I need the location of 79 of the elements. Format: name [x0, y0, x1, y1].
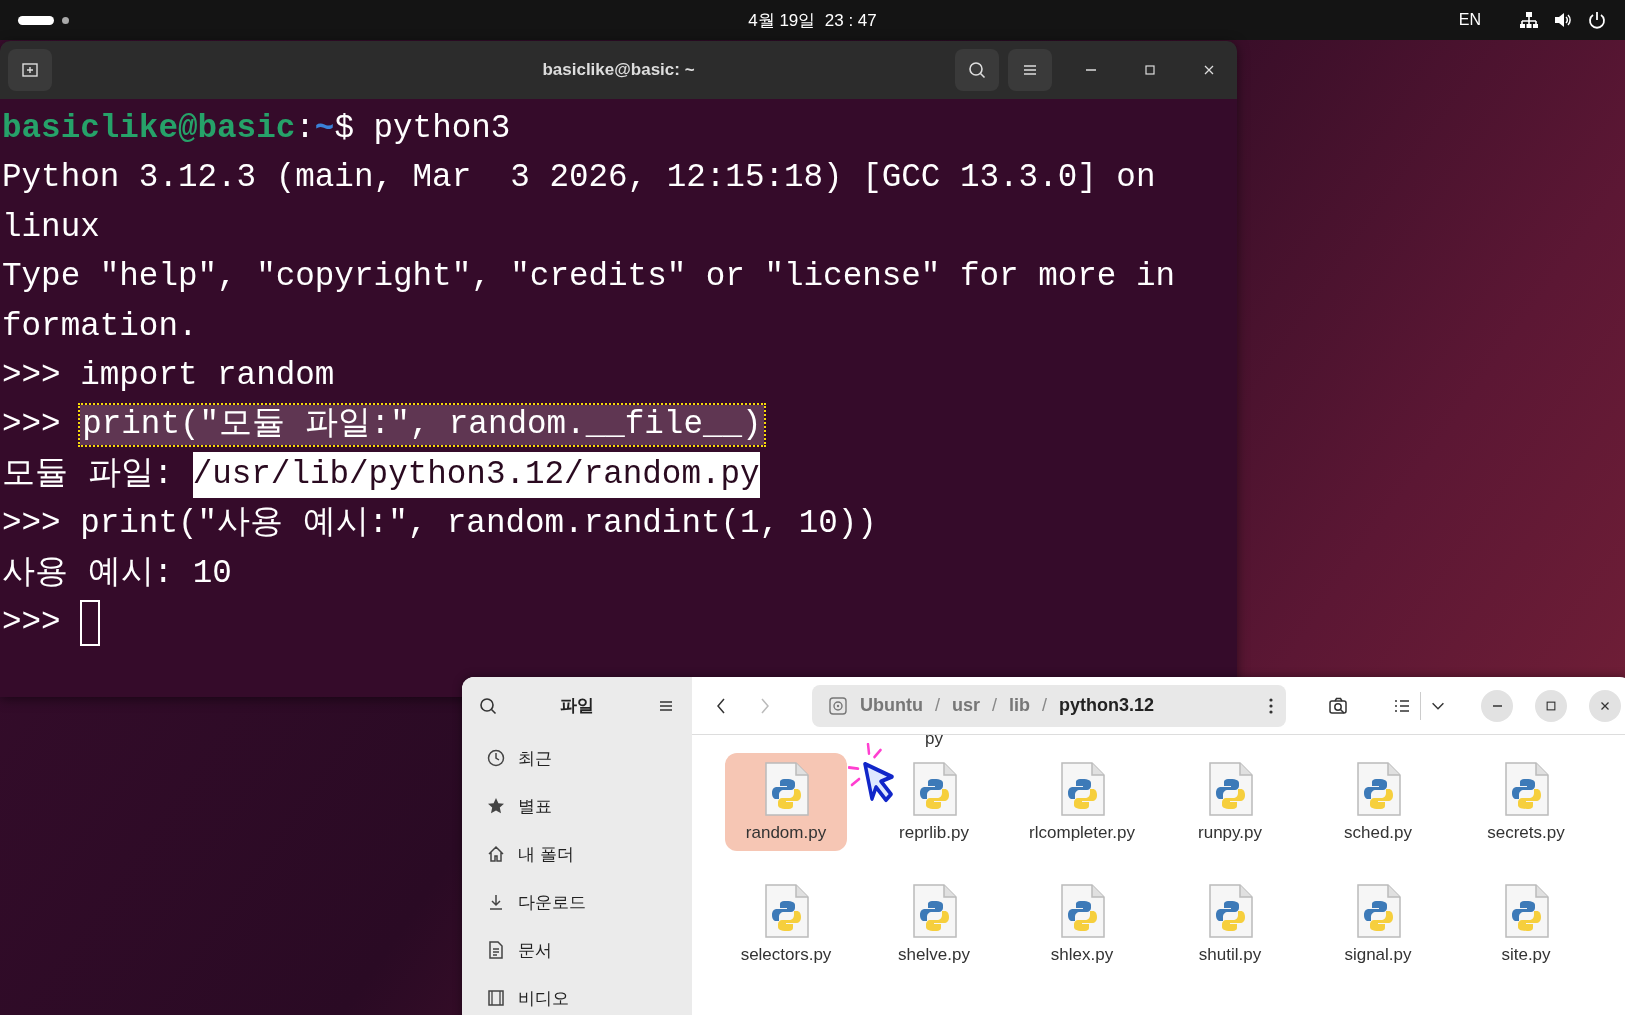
prompt: >>> [2, 405, 61, 446]
prompt: >>> [2, 504, 61, 545]
sidebar-item[interactable]: 별표 [462, 782, 692, 830]
sidebar-item[interactable]: 다운로드 [462, 878, 692, 926]
python-file-icon [1502, 761, 1550, 817]
file-item[interactable]: sched.py [1339, 753, 1416, 851]
terminal-output: formation. [2, 306, 199, 347]
terminal-output: Python 3.12.3 (main, Mar 3 2026, 12:15:18) [GCC 13.3.0] on [2, 158, 1157, 199]
python-file-icon [1206, 761, 1254, 817]
workspace-indicator[interactable] [18, 15, 54, 25]
code-text: import random [80, 356, 335, 397]
app-title: 파일 [560, 695, 594, 717]
path-segment[interactable]: Ubuntu [860, 695, 923, 716]
minimize-icon [1086, 69, 1096, 71]
menu-button[interactable] [1008, 49, 1052, 91]
file-item[interactable]: site.py [1497, 875, 1555, 973]
window-title: basiclike@basic: ~ [542, 60, 695, 80]
file-item[interactable]: rlcompleter.py [1025, 753, 1139, 851]
sidebar-item[interactable]: 내 폴더 [462, 830, 692, 878]
file-item[interactable]: reprlib.py [895, 753, 973, 851]
file-item[interactable]: shlex.py [1046, 875, 1118, 973]
path-separator: / [935, 695, 940, 716]
highlighted-code: print("모듈 파일:", random.__file__) [80, 405, 764, 446]
input-method[interactable]: EN [1458, 11, 1481, 29]
file-item[interactable]: shelve.py [894, 875, 974, 973]
path-segment[interactable]: usr [952, 695, 980, 716]
search-icon[interactable] [478, 695, 498, 716]
volume-icon[interactable] [1553, 10, 1573, 30]
search-button[interactable] [955, 49, 999, 91]
terminal-output: 모듈 파일: [2, 454, 174, 495]
new-tab-icon [20, 60, 40, 80]
workspace-dot[interactable] [62, 16, 69, 24]
file-name: py [925, 729, 943, 749]
file-item[interactable]: signal.py [1340, 875, 1416, 973]
clock[interactable]: 4월 19일 23 : 47 [748, 8, 877, 32]
path-separator: / [992, 695, 998, 716]
path-bar[interactable]: Ubuntu / usr / lib / python3.12 [812, 684, 1286, 727]
prompt: >>> [2, 603, 61, 643]
network-icon[interactable] [1519, 10, 1539, 30]
python-file-icon [762, 761, 810, 817]
path-segment[interactable]: lib [1009, 695, 1031, 716]
sidebar-item[interactable]: 문서 [462, 926, 692, 974]
prompt: >>> [2, 356, 61, 397]
power-icon[interactable] [1587, 10, 1607, 30]
home-icon [486, 844, 506, 864]
terminal-line: basiclike@basic:~$ python3 [2, 109, 512, 149]
python-file-icon [1058, 883, 1106, 939]
file-item[interactable]: secrets.py [1483, 753, 1569, 851]
python-file-icon [1502, 883, 1550, 939]
file-item[interactable]: random.py [725, 753, 847, 851]
video-icon [486, 988, 506, 1008]
python-file-icon [1354, 883, 1402, 939]
path-separator: / [1042, 695, 1048, 716]
python-file-icon [1354, 761, 1402, 817]
maximize-icon [1142, 62, 1158, 78]
clock-icon [486, 748, 506, 768]
file-item[interactable]: shutil.py [1194, 875, 1266, 973]
python-file-icon [910, 883, 958, 939]
close-button[interactable] [1589, 689, 1621, 722]
sidebar-item[interactable]: 최근 [462, 734, 692, 782]
file-item[interactable]: selectors.py [736, 875, 836, 973]
terminal-output: linux [2, 207, 101, 248]
code-text: print("사용 예시:", random.randint(1, 10)) [80, 504, 877, 545]
selected-text: /usr/lib/python3.12/random.py [192, 451, 760, 498]
new-tab-button[interactable] [8, 49, 52, 91]
python-file-icon [910, 761, 958, 817]
document-icon [486, 940, 506, 960]
python-file-icon [1058, 761, 1106, 817]
star-icon [486, 796, 506, 816]
minimize-icon [1492, 704, 1502, 707]
terminal-output: Type "help", "copyright", "credits" or "license" for more in [2, 257, 1176, 298]
terminal-output: 사용 예시: 10 [2, 553, 233, 594]
maximize-button[interactable] [1535, 689, 1567, 722]
sidebar-item[interactable]: 비디오 [462, 974, 692, 1015]
path-segment[interactable]: python3.12 [1059, 695, 1155, 716]
search-icon [967, 60, 987, 80]
file-item[interactable]: runpy.py [1194, 753, 1266, 851]
python-file-icon [1206, 883, 1254, 939]
python-file-icon [762, 883, 810, 939]
